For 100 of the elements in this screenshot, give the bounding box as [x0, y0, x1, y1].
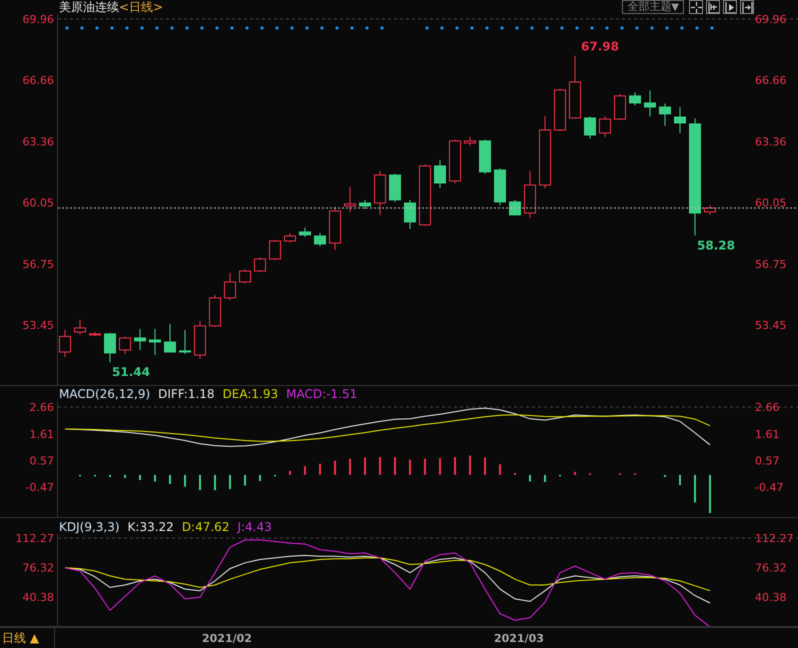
indicator-value: KDJ(9,3,3)	[59, 520, 120, 534]
bar	[544, 474, 546, 482]
bar	[379, 456, 381, 475]
candlestick	[149, 328, 161, 356]
price-axis-label: 60.05	[22, 196, 54, 210]
candlestick	[659, 103, 671, 126]
bar	[679, 474, 681, 485]
candlestick	[524, 170, 536, 219]
range-button[interactable]	[706, 0, 720, 14]
instrument-title: 美原油连续	[59, 0, 119, 16]
candlestick	[464, 136, 476, 147]
bar	[439, 458, 441, 475]
price-axis-label: 69.96	[755, 14, 786, 26]
bar	[334, 460, 336, 475]
macd-axis-label: -0.47	[755, 480, 784, 494]
candlestick	[614, 94, 626, 121]
bar	[709, 474, 711, 513]
date-axis-label: 2021/03	[494, 632, 544, 645]
bar	[364, 457, 366, 475]
candlestick	[59, 329, 71, 358]
candlestick	[329, 206, 341, 250]
candlestick	[674, 106, 686, 134]
price-axis-label: 53.45	[755, 318, 786, 332]
price-axis-label: 66.66	[22, 74, 54, 88]
indicator-value: MACD:-1.51	[286, 386, 358, 401]
candlestick	[479, 139, 491, 174]
bar	[499, 464, 501, 475]
candlestick	[629, 92, 641, 106]
bar	[469, 455, 471, 475]
extreme-price-label: 51.44	[112, 365, 150, 380]
bar	[199, 474, 201, 490]
arrow-right-icon	[742, 2, 752, 12]
candlestick	[344, 186, 356, 212]
kdj-axis-label: 40.38	[22, 590, 54, 604]
price-axis-label: 66.66	[755, 74, 786, 88]
theme-dropdown[interactable]: 全部主题▼	[622, 0, 684, 14]
candlestick	[419, 164, 431, 226]
price-axis-label: 53.45	[22, 318, 54, 332]
macd-axis-label: -0.47	[26, 480, 54, 494]
bar	[574, 472, 576, 475]
bar	[529, 474, 531, 482]
macd-axis-label: 0.57	[755, 454, 780, 468]
macd-axis-label: 0.57	[30, 454, 54, 468]
candlestick	[449, 139, 461, 184]
bar	[184, 474, 186, 486]
candlestick	[74, 319, 86, 336]
candlestick	[224, 272, 236, 300]
macd-axis-label: 1.61	[755, 428, 780, 441]
candlestick	[584, 116, 596, 140]
candlestick	[509, 199, 521, 216]
crosshair-icon	[690, 2, 702, 12]
play-button[interactable]	[723, 0, 737, 14]
candlestick	[644, 90, 656, 117]
date-axis-label: 2021/02	[202, 632, 252, 645]
kdj-axis-label: 76.32	[22, 561, 54, 574]
price-axis-label: 56.75	[22, 258, 54, 271]
play-icon	[724, 2, 736, 12]
bar	[304, 466, 306, 475]
candlestick	[284, 232, 296, 243]
candlestick	[704, 204, 716, 216]
bar	[244, 474, 246, 486]
bar	[424, 458, 426, 475]
candlestick	[104, 332, 116, 363]
bar	[694, 474, 696, 502]
bar	[454, 456, 456, 475]
candlestick	[179, 329, 191, 355]
candlestick	[209, 294, 221, 328]
bar	[259, 474, 261, 481]
indicator-value: DIFF:1.18	[158, 386, 215, 401]
candlestick	[599, 116, 611, 138]
expand-button[interactable]	[740, 0, 754, 14]
bar	[394, 456, 396, 475]
candlestick	[89, 332, 101, 336]
extreme-price-label: 67.98	[581, 40, 619, 54]
price-axis-label: 63.36	[22, 135, 54, 148]
price-axis-label: 63.36	[755, 135, 786, 148]
candlestick	[359, 199, 371, 210]
candlestick	[134, 328, 146, 350]
kdj-axis-label: 112.27	[755, 534, 794, 545]
candlestick	[299, 227, 311, 238]
indicator-value: MACD(26,12,9)	[59, 386, 150, 401]
candlestick	[254, 256, 266, 273]
macd-axis-label: 2.66	[755, 400, 780, 414]
kdj-axis-label: 112.27	[16, 534, 54, 545]
macd-axis-label: 2.66	[30, 400, 54, 414]
candlestick	[374, 170, 386, 216]
period-selector[interactable]: 日线 ▲	[0, 628, 55, 648]
macd-axis-label: 1.61	[30, 428, 54, 441]
bar	[289, 470, 291, 475]
bar	[154, 474, 156, 482]
bar	[349, 458, 351, 475]
bar	[409, 459, 411, 475]
bar	[319, 463, 321, 475]
crosshair-button[interactable]	[689, 0, 703, 14]
candlestick	[194, 320, 206, 360]
candlestick	[239, 268, 251, 284]
price-axis-label: 56.75	[755, 258, 786, 271]
range-bars-icon	[708, 2, 718, 12]
candlestick	[269, 239, 281, 261]
candlestick	[314, 232, 326, 247]
